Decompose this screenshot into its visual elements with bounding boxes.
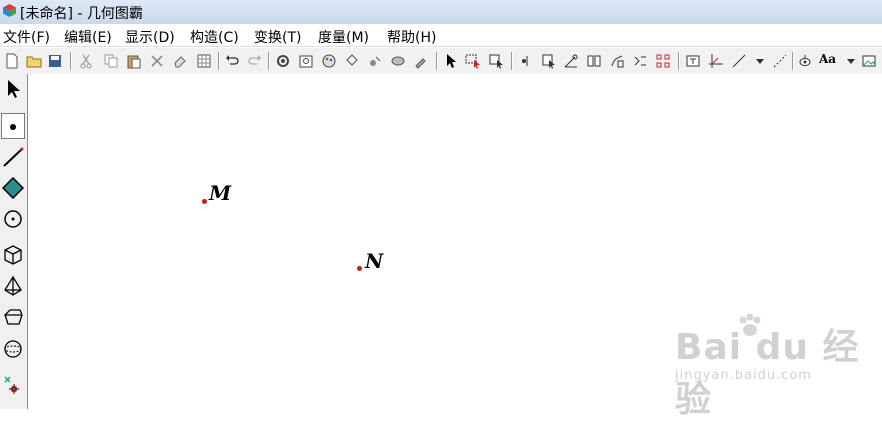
select-arrow-icon[interactable] xyxy=(443,53,459,69)
sphere-tool[interactable] xyxy=(1,336,25,362)
eraser-icon[interactable] xyxy=(172,53,188,69)
cube-tool[interactable] xyxy=(1,242,25,268)
polygon-icon xyxy=(2,177,24,199)
toolbox xyxy=(0,74,28,409)
save-icon[interactable] xyxy=(47,53,63,69)
segment-tool[interactable] xyxy=(1,144,25,170)
animate-point-icon[interactable] xyxy=(518,53,534,69)
point-n[interactable] xyxy=(357,266,362,271)
app-icon xyxy=(3,4,16,17)
toolbar-separator xyxy=(218,52,220,70)
cut-icon[interactable] xyxy=(78,53,94,69)
select-object-icon[interactable] xyxy=(465,53,481,69)
new-file-icon[interactable] xyxy=(4,53,20,69)
toolbar-separator xyxy=(436,52,438,70)
chevron-down-icon[interactable] xyxy=(843,53,855,69)
layers-icon[interactable] xyxy=(390,53,406,69)
angle-tool-icon[interactable] xyxy=(563,53,579,69)
compare-icon[interactable] xyxy=(586,53,602,69)
toolbar: Aa xyxy=(0,47,882,75)
grid-icon[interactable] xyxy=(196,53,212,69)
copy-icon[interactable] xyxy=(103,53,119,69)
toolbar-separator xyxy=(511,52,513,70)
circle-tool[interactable] xyxy=(1,206,25,232)
watermark: Bai du 经验 jingyan.baidu.com xyxy=(675,313,875,420)
point-tool[interactable] xyxy=(1,113,25,139)
trace-icon[interactable] xyxy=(609,53,625,69)
circle-icon xyxy=(4,210,22,228)
menu-construct[interactable]: 构造(C) xyxy=(190,27,239,47)
select-tool-icon[interactable] xyxy=(488,53,504,69)
watermark-url: jingyan.baidu.com xyxy=(675,368,812,383)
arrow-icon xyxy=(8,80,20,98)
eye-icon[interactable] xyxy=(797,53,813,69)
text-style-button[interactable]: Aa xyxy=(819,52,841,68)
axes-icon[interactable] xyxy=(708,53,724,69)
menu-transform[interactable]: 变换(T) xyxy=(254,27,301,47)
title-bar: [未命名] - 几何图霸 xyxy=(0,0,882,25)
menu-measure[interactable]: 度量(M) xyxy=(318,27,369,47)
custom-tool[interactable] xyxy=(1,372,25,398)
pyramid-tool[interactable] xyxy=(1,273,25,299)
arrow-select-tool[interactable] xyxy=(1,76,25,102)
segment-icon xyxy=(3,147,24,167)
point-m-label[interactable]: M xyxy=(209,181,231,205)
brush-icon[interactable] xyxy=(413,53,429,69)
prism-tool[interactable] xyxy=(1,304,25,330)
menu-bar: 文件(F) 编辑(E) 显示(D) 构造(C) 变换(T) 度量(M) 帮助(H… xyxy=(0,24,882,47)
select-region-icon[interactable] xyxy=(541,53,557,69)
window-title: [未命名] - 几何图霸 xyxy=(20,6,143,22)
menu-file[interactable]: 文件(F) xyxy=(3,27,50,47)
custom-tool-icon xyxy=(4,376,19,394)
point-m[interactable] xyxy=(202,199,207,204)
point-style-icon[interactable] xyxy=(367,53,383,69)
paint-bucket-icon[interactable] xyxy=(344,53,360,69)
open-folder-icon[interactable] xyxy=(26,53,42,69)
dashed-line-icon[interactable] xyxy=(772,53,788,69)
palette-icon[interactable] xyxy=(321,53,337,69)
toolbar-separator xyxy=(678,52,680,70)
toolbar-separator xyxy=(70,52,72,70)
line-style-icon[interactable] xyxy=(731,53,747,69)
menu-display[interactable]: 显示(D) xyxy=(125,27,175,47)
paw-icon xyxy=(739,313,761,336)
point-icon xyxy=(10,124,16,130)
cube-icon xyxy=(4,245,22,265)
textbox-icon[interactable] xyxy=(685,53,701,69)
point-n-label[interactable]: N xyxy=(365,249,383,273)
gear-icon[interactable] xyxy=(275,53,291,69)
image-icon[interactable] xyxy=(861,53,877,69)
toolbar-separator xyxy=(792,52,794,70)
array-icon[interactable] xyxy=(655,53,671,69)
settings-panel-icon[interactable] xyxy=(298,53,314,69)
menu-help[interactable]: 帮助(H) xyxy=(387,27,436,47)
transform-icon[interactable] xyxy=(632,53,648,69)
pyramid-icon xyxy=(4,275,22,296)
delete-icon[interactable] xyxy=(149,53,165,69)
toolbar-separator xyxy=(268,52,270,70)
undo-icon[interactable] xyxy=(224,53,240,69)
redo-icon[interactable] xyxy=(247,53,263,69)
menu-edit[interactable]: 编辑(E) xyxy=(64,27,112,47)
chevron-down-icon[interactable] xyxy=(752,53,764,69)
polygon-tool[interactable] xyxy=(1,175,25,201)
prism-icon xyxy=(4,309,23,325)
sphere-icon xyxy=(4,340,22,358)
paste-icon[interactable] xyxy=(126,53,142,69)
